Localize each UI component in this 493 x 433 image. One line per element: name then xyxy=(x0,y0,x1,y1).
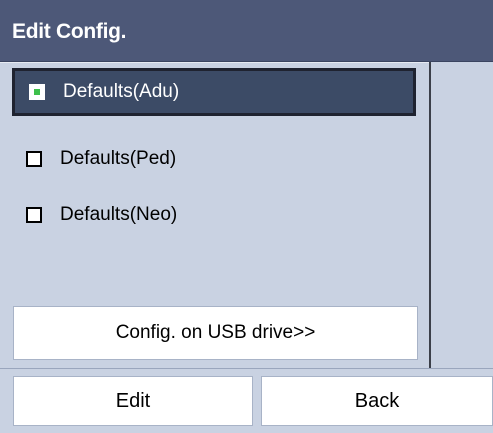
option-defaults-ped[interactable]: Defaults(Ped) xyxy=(12,135,416,183)
back-button[interactable]: Back xyxy=(261,376,493,426)
title-bar: Edit Config. xyxy=(0,0,493,62)
footer-bar: Edit Back xyxy=(0,368,493,433)
config-usb-drive-button[interactable]: Config. on USB drive>> xyxy=(13,306,418,360)
dialog-title: Edit Config. xyxy=(12,20,127,43)
option-label: Defaults(Ped) xyxy=(60,148,177,169)
edit-config-dialog: Edit Config. Defaults(Adu) Defaults(Ped)… xyxy=(0,0,493,433)
option-label: Defaults(Adu) xyxy=(63,81,180,102)
back-button-label: Back xyxy=(354,389,400,412)
checkbox-checked-icon[interactable] xyxy=(29,84,45,100)
scroll-area-divider xyxy=(429,62,493,368)
options-panel: Defaults(Adu) Defaults(Ped) Defaults(Neo… xyxy=(0,62,493,369)
scroll-area[interactable] xyxy=(431,62,493,368)
checkbox-unchecked-icon[interactable] xyxy=(26,151,42,167)
option-defaults-adu[interactable]: Defaults(Adu) xyxy=(12,68,416,116)
option-label: Defaults(Neo) xyxy=(60,204,178,225)
edit-button-label: Edit xyxy=(115,389,151,412)
checkbox-unchecked-icon[interactable] xyxy=(26,207,42,223)
edit-button[interactable]: Edit xyxy=(13,376,253,426)
option-defaults-neo[interactable]: Defaults(Neo) xyxy=(12,191,416,239)
usb-button-label: Config. on USB drive>> xyxy=(115,322,316,343)
